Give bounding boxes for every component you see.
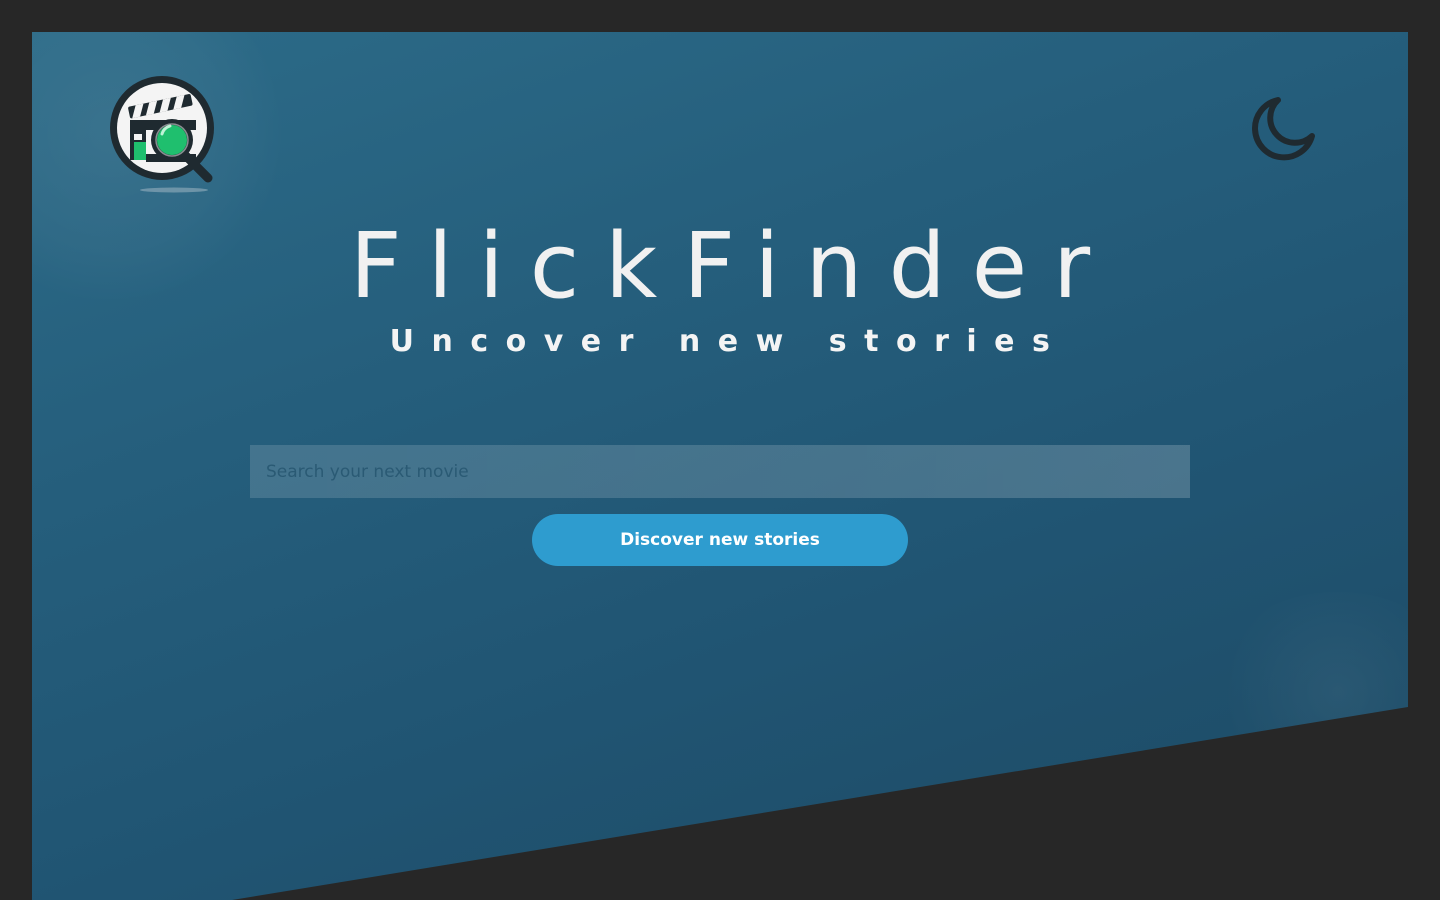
app-tagline: Uncover new stories xyxy=(389,324,1068,359)
app-logo[interactable] xyxy=(108,74,220,196)
hero-glow-decoration-bottom xyxy=(1208,592,1408,792)
movie-search-input[interactable] xyxy=(250,445,1190,498)
discover-button[interactable]: Discover new stories xyxy=(532,514,908,566)
app-title: FlickFinder xyxy=(349,214,1117,319)
theme-toggle-button[interactable] xyxy=(1248,92,1320,164)
clapperboard-magnifier-icon xyxy=(110,76,214,193)
moon-icon xyxy=(1252,97,1315,161)
page-background: FlickFinder Uncover new stories Discover… xyxy=(0,0,1440,900)
